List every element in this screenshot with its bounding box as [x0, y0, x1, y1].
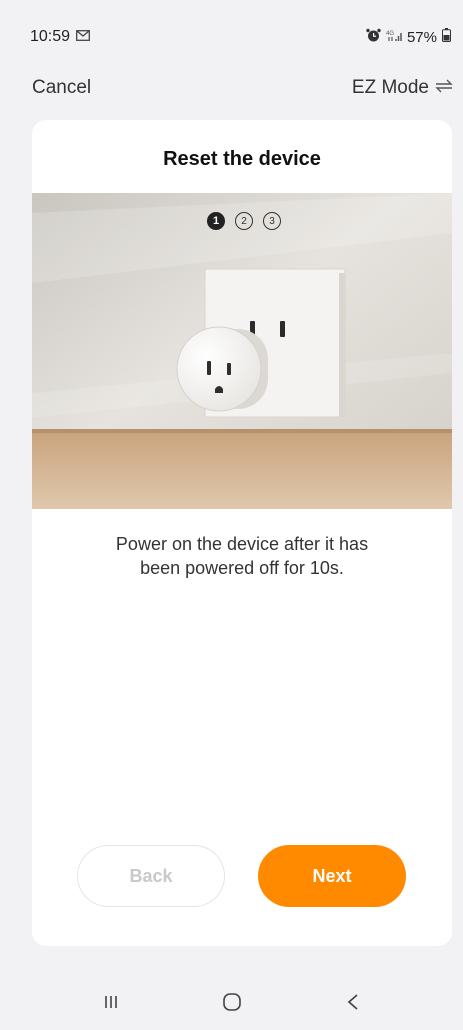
instruction-line-2: been powered off for 10s. — [140, 558, 344, 578]
mode-label: EZ Mode — [351, 77, 429, 98]
app-header: Cancel EZ Mode — [0, 74, 463, 102]
back-nav-icon[interactable] — [323, 982, 383, 1022]
cancel-button[interactable]: Cancel — [32, 77, 91, 99]
status-bar: 10:59 4G 57% — [0, 0, 463, 74]
instruction-text: Power on the device after it has been po… — [52, 532, 432, 580]
instruction-line-1: Power on the device after it has — [115, 534, 369, 554]
step-indicator: 1 2 3 — [207, 212, 281, 230]
setup-card: Reset the device 1 2 3 Power on the devi… — [32, 120, 452, 946]
status-left: 10:59 — [30, 28, 90, 46]
battery-level: 57% — [406, 28, 437, 46]
network-icon: 4G — [386, 28, 402, 46]
status-time: 10:59 — [30, 28, 71, 45]
step-2-dot: 2 — [235, 212, 253, 230]
step-1-dot: 1 — [207, 212, 225, 230]
recent-apps-icon[interactable] — [81, 982, 141, 1022]
swap-arrows-icon — [435, 77, 453, 99]
battery-icon — [442, 28, 451, 46]
status-right: 4G 57% — [366, 28, 451, 47]
svg-text:4G: 4G — [386, 31, 394, 37]
device-illustration: 1 2 3 — [32, 193, 452, 509]
home-icon[interactable] — [202, 982, 262, 1022]
page-title: Reset the device — [163, 148, 321, 170]
alarm-icon — [366, 28, 381, 47]
ez-mode-toggle[interactable]: EZ Mode — [352, 77, 453, 99]
mail-icon — [76, 28, 90, 46]
back-button[interactable]: Back — [77, 845, 225, 907]
system-nav-bar — [0, 974, 463, 1030]
next-button[interactable]: Next — [258, 845, 406, 907]
step-3-dot: 3 — [263, 212, 281, 230]
